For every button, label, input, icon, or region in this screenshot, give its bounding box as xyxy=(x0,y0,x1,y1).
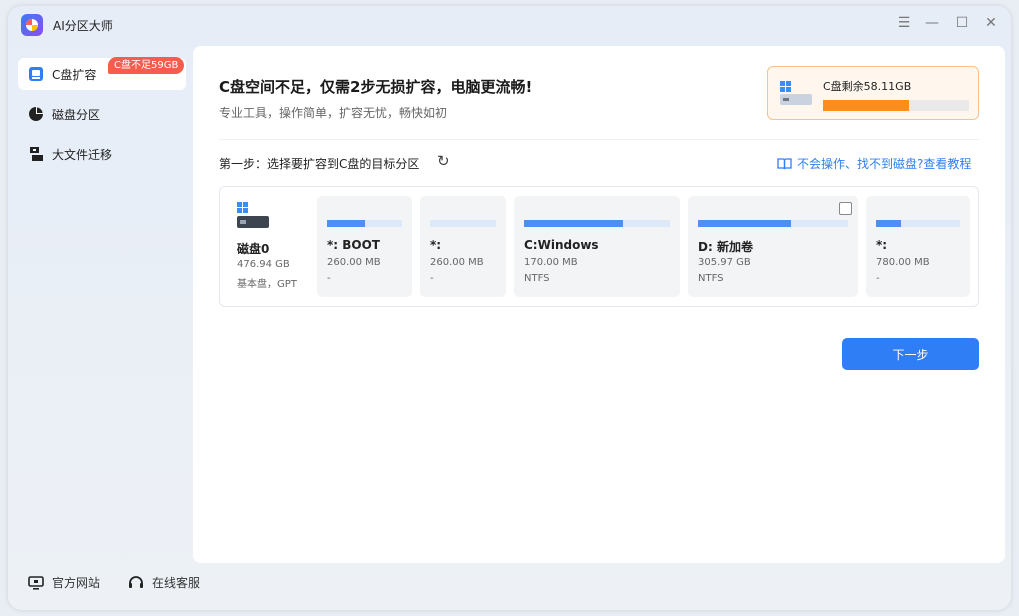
sidebar-item-label: C盘扩容 xyxy=(52,67,97,82)
partition-size: 170.00 MB xyxy=(524,257,578,268)
disk-size: 476.94 GB xyxy=(237,259,290,270)
next-step-button[interactable]: 下一步 xyxy=(842,338,979,370)
partition-size: 305.97 GB xyxy=(698,257,751,268)
partition-usage-fill xyxy=(698,220,791,227)
partition-card-d-new-volume[interactable]: D: 新加卷 305.97 GB NTFS xyxy=(688,196,858,297)
partition-usage-bar xyxy=(876,220,960,227)
help-link-label: 不会操作、找不到磁盘?查看教程 xyxy=(797,157,972,171)
minimize-button[interactable]: — xyxy=(923,15,941,31)
sidebar-item-file-migrate[interactable]: 大文件迁移 xyxy=(18,138,186,170)
partition-filesystem: - xyxy=(876,273,880,284)
c-drive-free-card: C盘剩余58.11GB xyxy=(767,66,979,120)
partition-usage-fill xyxy=(876,220,902,227)
file-migrate-icon xyxy=(28,146,44,162)
sidebar-item-label: 大文件迁移 xyxy=(52,147,113,162)
maximize-button[interactable]: ☐ xyxy=(953,15,971,31)
disk-name: 磁盘0 xyxy=(237,242,270,256)
sidebar-item-label: 磁盘分区 xyxy=(52,107,101,122)
partition-name: *: xyxy=(430,238,442,252)
partition-name: C:Windows xyxy=(524,238,599,252)
step-one-label: 第一步：选择要扩容到C盘的目标分区 xyxy=(219,157,420,171)
partition-card-boot[interactable]: *: BOOT 260.00 MB - xyxy=(317,196,412,297)
partition-card-unnamed[interactable]: *: 260.00 MB - xyxy=(420,196,506,297)
headset-icon xyxy=(128,575,144,590)
footer-support-label: 在线客服 xyxy=(152,576,201,590)
partition-usage-fill xyxy=(327,220,365,227)
c-drive-shortage-badge: C盘不足59GB xyxy=(108,57,185,74)
partition-filesystem: NTFS xyxy=(524,273,550,284)
partition-usage-bar xyxy=(524,220,670,227)
menu-icon[interactable]: ☰ xyxy=(895,15,913,31)
sidebar-item-partition[interactable]: 磁盘分区 xyxy=(18,98,186,130)
app-logo-icon xyxy=(21,14,43,36)
disk-type: 基本盘，GPT xyxy=(237,279,297,290)
partition-filesystem: - xyxy=(327,273,331,284)
partition-card-c-windows[interactable]: C:Windows 170.00 MB NTFS xyxy=(514,196,680,297)
partition-size: 260.00 MB xyxy=(430,257,484,268)
title-bar: AI分区大师 ☰ — ☐ ✕ xyxy=(8,6,1011,46)
official-website-link[interactable]: 官方网站 xyxy=(28,574,100,591)
partition-filesystem: NTFS xyxy=(698,273,724,284)
hard-drive-icon xyxy=(778,81,814,111)
partition-usage-bar xyxy=(430,220,496,227)
help-tutorial-link[interactable]: 不会操作、找不到磁盘?查看教程 xyxy=(777,155,971,172)
partition-usage-fill xyxy=(524,220,624,227)
partition-usage-bar xyxy=(327,220,402,227)
divider xyxy=(219,139,979,140)
disk-info: 磁盘0 476.94 GB 基本盘，GPT xyxy=(237,202,297,290)
partition-name: D: 新加卷 xyxy=(698,240,753,254)
windows-disk-icon xyxy=(237,202,271,234)
c-drive-icon xyxy=(28,66,44,82)
c-drive-usage-fill xyxy=(823,100,910,111)
monitor-icon xyxy=(28,575,44,590)
c-drive-usage-bar xyxy=(823,100,969,111)
partition-usage-bar xyxy=(698,220,848,227)
page-subtitle: 专业工具，操作简单，扩容无忧，畅快如初 xyxy=(219,106,448,120)
partition-name: *: xyxy=(876,238,888,252)
book-icon xyxy=(777,157,792,170)
footer-website-label: 官方网站 xyxy=(52,576,101,590)
partition-size: 260.00 MB xyxy=(327,257,381,268)
partition-card-unnamed-2[interactable]: *: 780.00 MB - xyxy=(866,196,970,297)
partition-checkbox[interactable] xyxy=(839,202,852,215)
c-drive-free-label: C盘剩余58.11GB xyxy=(823,80,912,93)
partition-size: 780.00 MB xyxy=(876,257,930,268)
app-title: AI分区大师 xyxy=(53,19,113,33)
app-window: AI分区大师 ☰ — ☐ ✕ C盘扩容 C盘不足59GB 磁盘分区 大文件迁移 … xyxy=(8,6,1011,610)
refresh-icon[interactable]: ↻ xyxy=(437,152,450,170)
disk-partition-map: 磁盘0 476.94 GB 基本盘，GPT *: BOOT 260.00 MB … xyxy=(219,186,979,307)
partition-filesystem: - xyxy=(430,273,434,284)
main-panel: C盘空间不足，仅需2步无损扩容，电脑更流畅! 专业工具，操作简单，扩容无忧，畅快… xyxy=(193,46,1005,563)
close-button[interactable]: ✕ xyxy=(982,15,1000,31)
partition-name: *: BOOT xyxy=(327,238,380,252)
partition-pie-icon xyxy=(28,106,44,122)
page-title: C盘空间不足，仅需2步无损扩容，电脑更流畅! xyxy=(219,78,533,96)
online-support-link[interactable]: 在线客服 xyxy=(128,574,200,591)
